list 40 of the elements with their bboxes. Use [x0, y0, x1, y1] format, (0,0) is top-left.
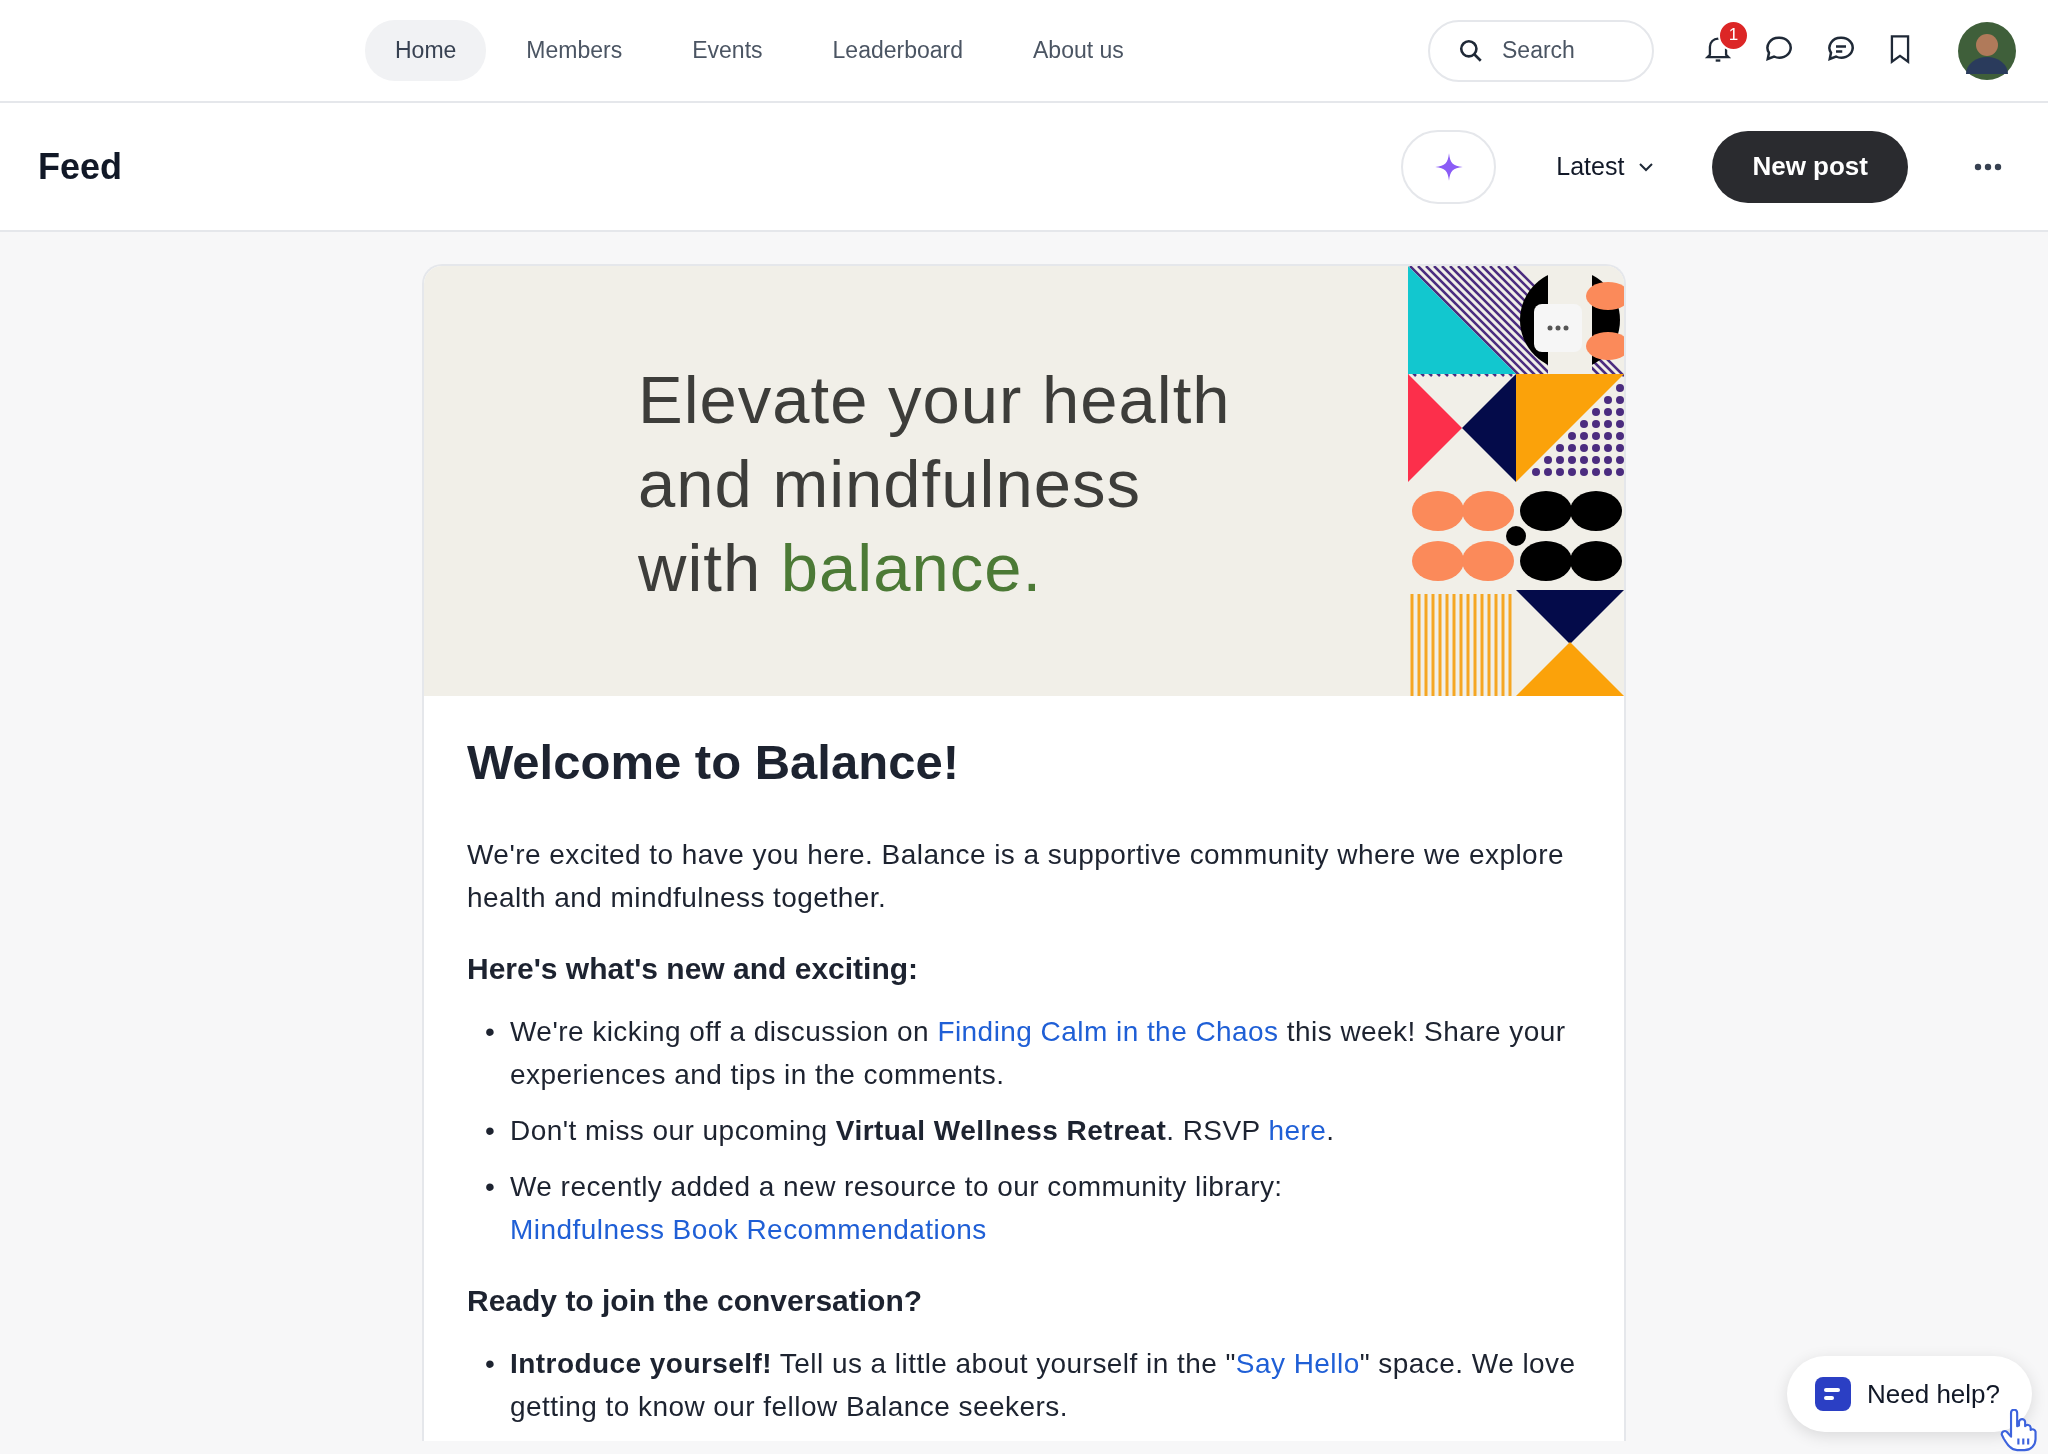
bullet-marker: •: [485, 1114, 497, 1148]
text-link[interactable]: Say Hello: [1235, 1348, 1360, 1379]
chat-icon: [1815, 1377, 1851, 1411]
notification-badge: 1: [1718, 19, 1749, 51]
help-button[interactable]: Need help?: [1787, 1356, 2032, 1432]
avatar[interactable]: [1958, 21, 2016, 80]
bullet-marker: •: [485, 1015, 497, 1049]
more-icon: [1974, 162, 2002, 171]
chat-bubble-icon[interactable]: [1764, 33, 1794, 64]
text-link[interactable]: here: [1268, 1115, 1327, 1146]
chevron-down-icon: [1638, 161, 1655, 172]
search-field[interactable]: Search: [1428, 19, 1654, 82]
text-link[interactable]: Finding Calm in the Chaos: [937, 1016, 1279, 1047]
message-icon[interactable]: [1826, 33, 1856, 64]
nav-tab[interactable]: Leaderboard: [802, 20, 993, 81]
new-post-button[interactable]: New post: [1712, 130, 1908, 203]
search-icon: [1458, 37, 1484, 64]
paragraph: We're excited to have you here. Balance is a supportive community where we explore health and mindfulness together.: [467, 838, 1565, 915]
more-button[interactable]: [1534, 304, 1582, 352]
nav-tab[interactable]: Events: [662, 20, 793, 81]
section-heading: Ready to join the conversation?: [467, 1283, 924, 1319]
text-link[interactable]: Mindfulness Book Recommendations: [510, 1214, 987, 1245]
nav-tab[interactable]: About us: [1003, 20, 1154, 81]
page-title: Feed: [38, 145, 123, 188]
bullet-marker: •: [485, 1170, 497, 1204]
bullet-item: We recently added a new resource to our community library: Mindfulness Book Recommendations: [510, 1170, 1284, 1247]
more-icon: [1547, 325, 1569, 331]
banner-heading: Elevate your health: [638, 361, 1232, 439]
bullet-marker: •: [485, 1347, 497, 1381]
nav-tab[interactable]: Home: [365, 20, 487, 81]
bullet-item: Introduce yourself! Tell us a little about yourself in the "Say Hello" space. We love getting to know our fellow Balance seekers.: [510, 1347, 1577, 1424]
section-heading: Here's what's new and exciting:: [467, 951, 920, 987]
nav-tab[interactable]: Members: [496, 20, 653, 81]
banner-heading: with balance.: [638, 529, 1044, 607]
bullet-item: Don't miss our upcoming Virtual Wellness Retreat. RSVP here.: [510, 1114, 1335, 1148]
bookmark-icon[interactable]: [1888, 33, 1912, 64]
sort-dropdown[interactable]: Latest: [1546, 142, 1665, 191]
bullet-item: We're kicking off a discussion on Finding Calm in the Chaos this week! Share your experiences and tips in the comments.: [510, 1015, 1567, 1092]
banner-heading: and mindfulness: [638, 445, 1142, 523]
post-title: Welcome to Balance!: [467, 734, 960, 791]
